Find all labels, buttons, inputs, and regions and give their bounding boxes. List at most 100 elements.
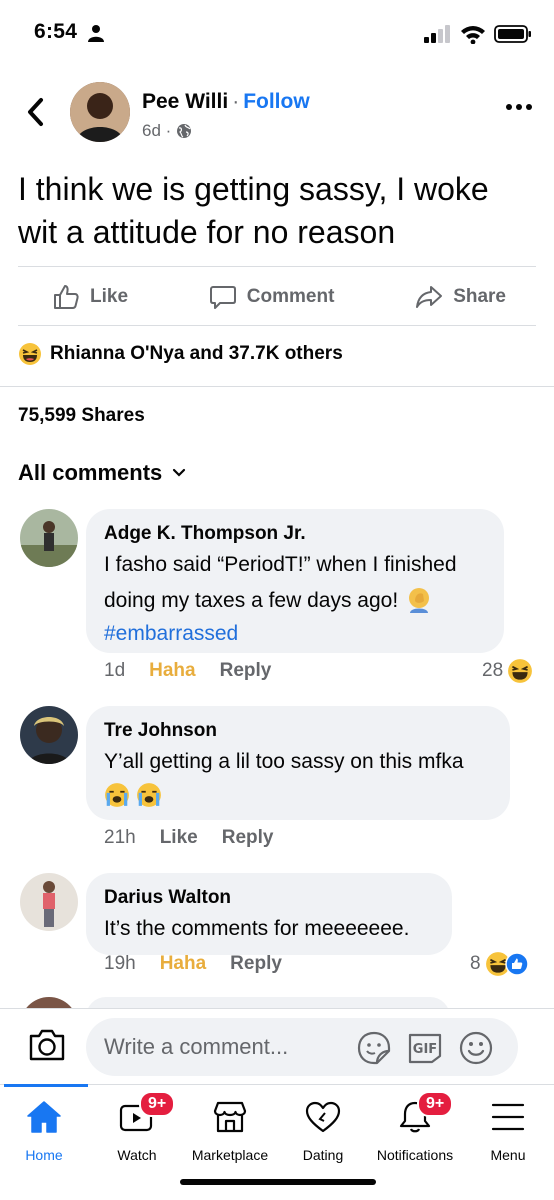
bottom-tab-bar: Home 9+ Watch Marketplace Dating 9+ Noti… bbox=[0, 1084, 554, 1168]
dating-icon bbox=[305, 1101, 341, 1133]
dot-icon bbox=[506, 104, 512, 110]
like-button[interactable]: Like bbox=[52, 283, 128, 311]
share-label: Share bbox=[453, 286, 506, 307]
commenter-avatar[interactable] bbox=[20, 706, 78, 764]
tab-marketplace[interactable]: Marketplace bbox=[180, 1085, 280, 1169]
post-meta: 6d · bbox=[142, 121, 192, 141]
comment-label: Comment bbox=[246, 286, 335, 307]
tab-label: Watch bbox=[117, 1147, 157, 1163]
emoji-icon[interactable] bbox=[458, 1030, 494, 1066]
post-text: I think we is getting sassy, I woke wit … bbox=[18, 171, 489, 250]
globe-icon bbox=[177, 124, 192, 138]
dot-icon bbox=[526, 104, 532, 110]
comment-button[interactable]: Comment bbox=[209, 283, 335, 311]
tab-label: Menu bbox=[490, 1147, 526, 1163]
comment-bubble[interactable]: Darius Walton It’s the comments for meee… bbox=[86, 873, 452, 955]
like-label: Like bbox=[90, 286, 129, 307]
commenter-name[interactable]: Adge K. Thompson Jr. bbox=[104, 521, 486, 547]
tab-watch[interactable]: 9+ Watch bbox=[87, 1085, 187, 1169]
comment-text: doing my taxes a few days ago! bbox=[104, 589, 399, 612]
divider bbox=[18, 325, 536, 326]
notification-badge: 9+ bbox=[139, 1091, 176, 1117]
reaction-count: 28 bbox=[482, 660, 504, 681]
commenter-name[interactable]: Darius Walton bbox=[104, 885, 434, 911]
like-reaction-icon bbox=[504, 952, 529, 976]
commenter-avatar[interactable] bbox=[20, 509, 78, 567]
tab-label: Notifications bbox=[376, 1147, 454, 1163]
status-bar: 6:54 bbox=[0, 0, 554, 64]
shares-count[interactable]: 75,599 Shares bbox=[18, 405, 145, 427]
haha-reaction-button[interactable]: Haha bbox=[149, 660, 195, 682]
facepalm-emoji-icon bbox=[409, 588, 430, 613]
comment-text: It’s the comments for meeeeeee. bbox=[104, 917, 410, 940]
separator-dot: · bbox=[232, 90, 240, 113]
gif-icon[interactable]: GIF bbox=[406, 1031, 444, 1065]
tab-home[interactable]: Home bbox=[0, 1085, 94, 1169]
post-age[interactable]: 6d · bbox=[142, 121, 171, 141]
reply-button[interactable]: Reply bbox=[230, 953, 282, 975]
comments-filter-label: All comments bbox=[18, 460, 163, 485]
divider bbox=[0, 386, 554, 387]
haha-reaction-button[interactable]: Haha bbox=[160, 953, 206, 975]
comment-time: 1d bbox=[104, 660, 126, 681]
commenter-avatar[interactable] bbox=[20, 873, 78, 931]
reaction-count: 8 bbox=[470, 953, 481, 974]
camera-icon[interactable] bbox=[28, 1028, 66, 1062]
battery-icon bbox=[494, 25, 531, 43]
comment-reaction-count[interactable]: 8 bbox=[470, 951, 529, 977]
comment-bubble[interactable]: Tre Johnson Y’all getting a lil too sass… bbox=[86, 706, 510, 820]
reply-button[interactable]: Reply bbox=[220, 660, 272, 682]
comments-filter[interactable]: All comments bbox=[18, 460, 186, 486]
comment-actions: 1d Haha Reply bbox=[104, 660, 271, 682]
status-time: 6:54 bbox=[34, 20, 78, 43]
commenter-name[interactable]: Tre Johnson bbox=[104, 718, 492, 744]
divider bbox=[18, 266, 536, 267]
comment-actions: 19h Haha Reply bbox=[104, 953, 282, 975]
divider bbox=[0, 1008, 554, 1009]
sticker-icon[interactable] bbox=[356, 1030, 392, 1066]
like-comment-button[interactable]: Like bbox=[160, 827, 198, 849]
comment-time: 19h bbox=[104, 953, 136, 974]
menu-icon bbox=[491, 1103, 525, 1131]
comment-time: 21h bbox=[104, 827, 136, 848]
status-indicators bbox=[424, 24, 532, 44]
chevron-down-icon bbox=[173, 468, 186, 477]
marketplace-icon bbox=[213, 1101, 247, 1133]
tab-notifications[interactable]: 9+ Notifications bbox=[365, 1085, 465, 1169]
back-button[interactable] bbox=[22, 96, 50, 128]
follow-button[interactable]: Follow bbox=[243, 90, 310, 113]
reply-button[interactable]: Reply bbox=[222, 827, 274, 849]
tab-menu[interactable]: Menu bbox=[458, 1085, 554, 1169]
more-options-button[interactable] bbox=[506, 104, 532, 110]
comment-emojis bbox=[104, 782, 492, 808]
dot-icon bbox=[516, 104, 522, 110]
loudly-crying-emoji-icon bbox=[137, 783, 161, 807]
share-button[interactable]: Share bbox=[415, 283, 506, 311]
tab-dating[interactable]: Dating bbox=[273, 1085, 373, 1169]
tab-label: Dating bbox=[302, 1147, 344, 1163]
post-actions: Like Comment Share bbox=[18, 270, 536, 324]
tab-label: Home bbox=[25, 1147, 63, 1163]
author-line: Pee Willi · Follow bbox=[142, 90, 310, 114]
notification-badge: 9+ bbox=[417, 1091, 454, 1117]
author-name[interactable]: Pee Willi bbox=[142, 90, 228, 113]
composer-icons: GIF bbox=[356, 1030, 494, 1066]
comment-actions: 21h Like Reply bbox=[104, 827, 273, 849]
tab-label: Marketplace bbox=[191, 1147, 269, 1163]
comment-text: Y’all getting a lil too sassy on this mf… bbox=[104, 750, 464, 773]
person-icon bbox=[88, 25, 104, 42]
home-indicator bbox=[180, 1179, 376, 1185]
haha-reaction-icon bbox=[508, 659, 533, 683]
author-avatar[interactable] bbox=[70, 82, 130, 142]
comment-bubble-icon bbox=[209, 286, 236, 309]
comment-reaction-count[interactable]: 28 bbox=[482, 658, 533, 684]
comment-bubble[interactable]: Adge K. Thompson Jr. I fasho said “Perio… bbox=[86, 509, 504, 653]
comment-composer: GIF bbox=[0, 1008, 554, 1084]
comment-hashtag[interactable]: #embarrassed bbox=[104, 619, 486, 649]
loudly-crying-emoji-icon bbox=[105, 783, 129, 807]
reactions-summary[interactable]: Rhianna O'Nya and 37.7K others bbox=[18, 342, 343, 366]
gif-label: GIF bbox=[413, 1042, 437, 1057]
share-arrow-icon bbox=[416, 286, 443, 308]
reactions-text: Rhianna O'Nya and 37.7K others bbox=[50, 343, 343, 364]
signal-icon bbox=[424, 25, 450, 43]
